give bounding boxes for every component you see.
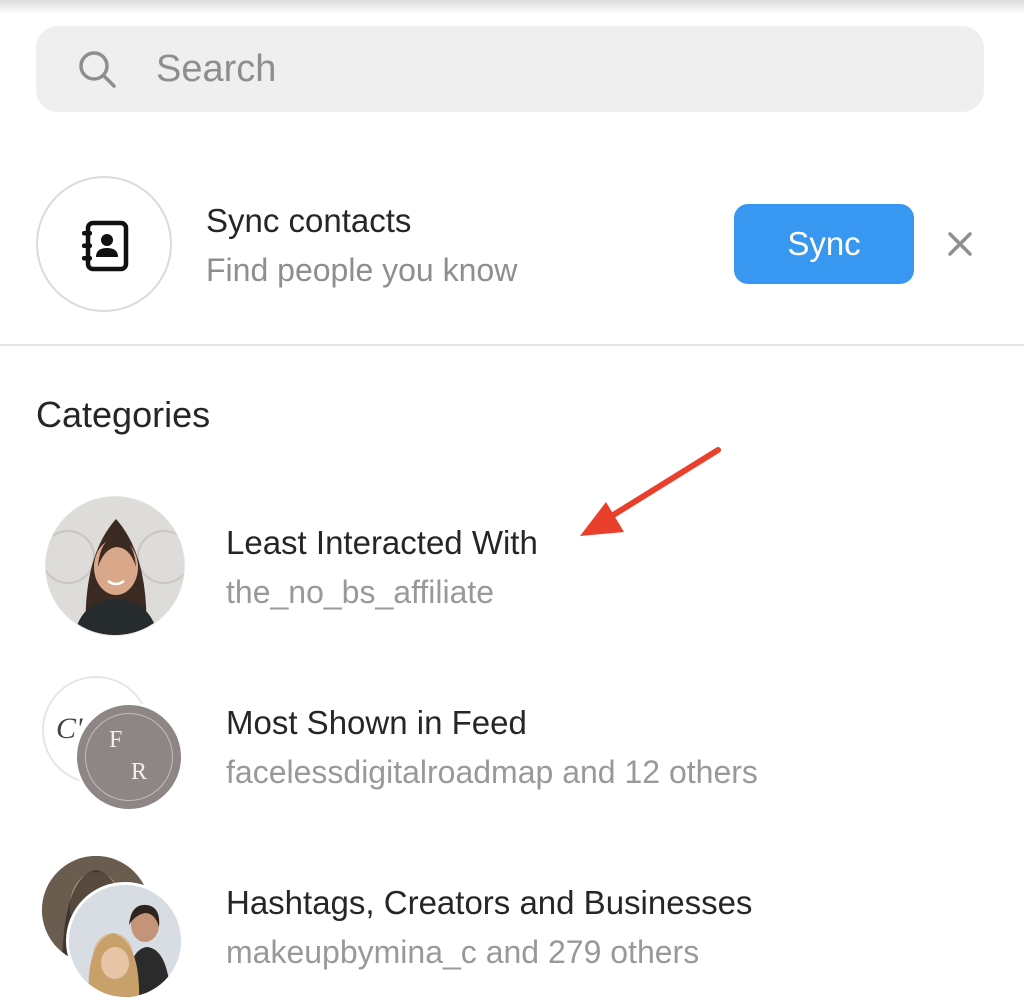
search-bar[interactable]: Search: [36, 26, 984, 112]
sync-contacts-title: Sync contacts: [206, 202, 412, 239]
category-subtitle: the_no_bs_affiliate: [226, 574, 495, 610]
category-least-interacted[interactable]: Least Interacted With the_no_bs_affiliat…: [0, 494, 1024, 644]
annotation-arrow-icon: [580, 447, 721, 536]
category-title: Most Shown in Feed: [226, 704, 527, 741]
avatar-monogram-r: R: [131, 759, 148, 785]
sync-contacts-subtitle: Find people you know: [206, 252, 518, 288]
avatar-ring: [85, 713, 173, 801]
category-title: Hashtags, Creators and Businesses: [226, 884, 753, 921]
front-avatar: [66, 882, 184, 1000]
close-icon[interactable]: [944, 228, 976, 260]
avatar: [45, 496, 185, 636]
category-hashtags-creators[interactable]: Hashtags, Creators and Businesses makeup…: [0, 854, 1024, 1004]
section-divider: [0, 344, 1024, 346]
contacts-book-icon: [82, 220, 129, 272]
search-icon: [79, 51, 116, 88]
category-most-shown[interactable]: C' F R Most Shown in Feed facelessdigita…: [0, 674, 1024, 824]
sync-button[interactable]: Sync: [734, 204, 914, 284]
front-avatar-photo: [69, 885, 181, 997]
category-subtitle: facelessdigitalroadmap and 12 others: [226, 754, 758, 790]
top-shade: [0, 0, 1024, 14]
sync-contacts-row: Sync contacts Find people you know Sync: [0, 170, 1024, 320]
category-subtitle: makeupbymina_c and 279 others: [226, 934, 700, 970]
profile-photo: [46, 497, 184, 635]
avatar-monogram-f: F: [109, 727, 123, 753]
front-avatar: F R: [74, 702, 184, 812]
category-title: Least Interacted With: [226, 524, 538, 561]
search-input[interactable]: Search: [156, 48, 276, 90]
contacts-avatar: [36, 176, 172, 312]
categories-heading: Categories: [36, 394, 211, 435]
